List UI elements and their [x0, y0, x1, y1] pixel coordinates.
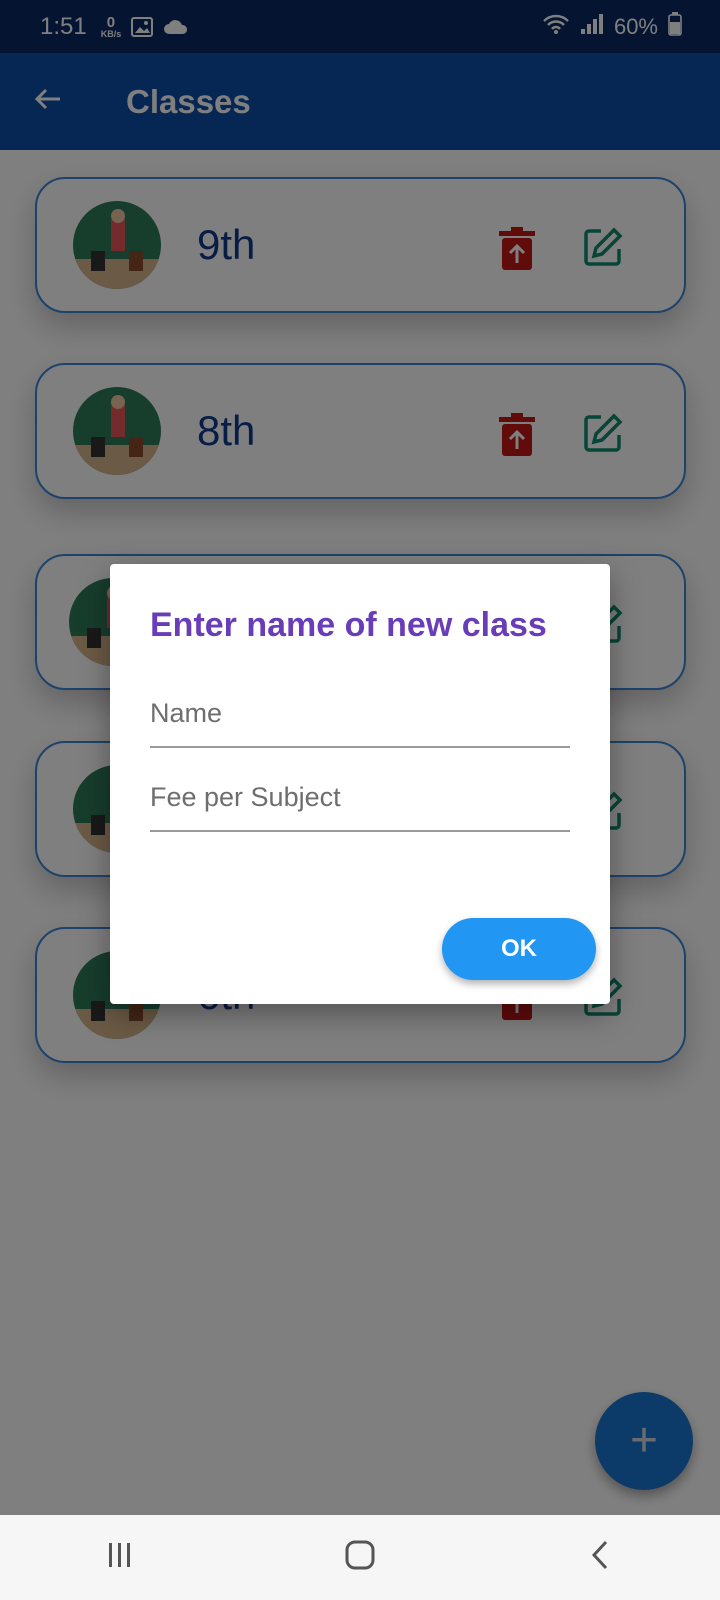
fee-field-label: Fee per Subject	[150, 782, 341, 812]
home-icon	[345, 1540, 375, 1575]
recent-apps-button[interactable]	[80, 1528, 160, 1588]
name-field[interactable]: Name	[150, 682, 570, 748]
new-class-dialog: Enter name of new class Name Fee per Sub…	[110, 564, 610, 1004]
fee-field[interactable]: Fee per Subject	[150, 766, 570, 832]
ok-button[interactable]: OK	[442, 918, 596, 980]
back-icon	[590, 1540, 610, 1575]
recent-apps-icon	[106, 1542, 134, 1573]
name-field-label: Name	[150, 698, 223, 728]
dialog-title: Enter name of new class	[150, 606, 547, 644]
system-nav-bar	[0, 1515, 720, 1600]
system-back-button[interactable]	[560, 1528, 640, 1588]
home-button[interactable]	[320, 1528, 400, 1588]
